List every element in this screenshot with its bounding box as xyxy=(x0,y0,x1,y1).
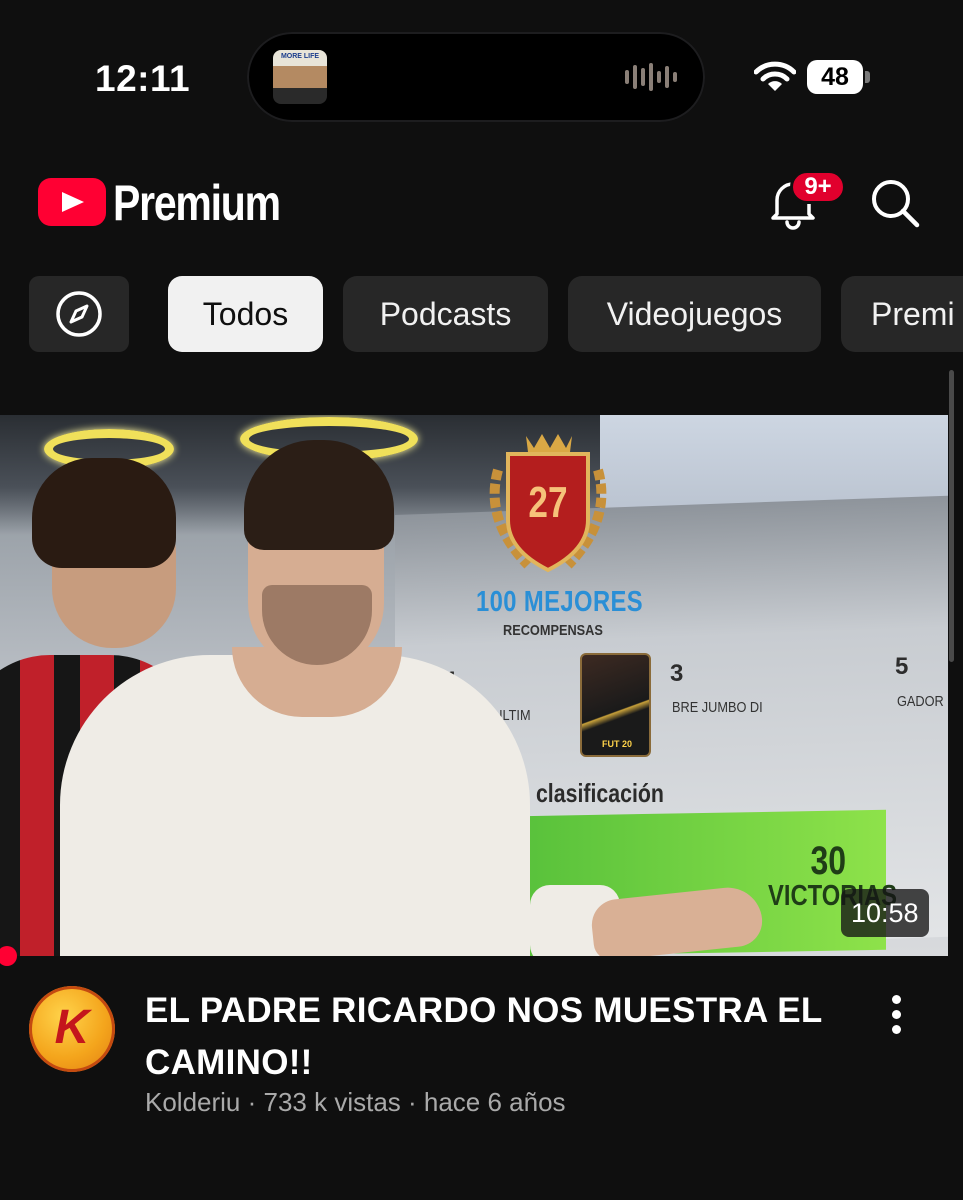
notifications-badge[interactable]: 9+ xyxy=(790,170,846,204)
chip-premium[interactable]: Premi xyxy=(841,276,963,352)
dynamic-island[interactable]: MORE LIFE xyxy=(247,32,705,122)
status-time: 12:11 xyxy=(95,58,191,99)
explore-button[interactable] xyxy=(29,276,129,352)
chip-todos[interactable]: Todos xyxy=(168,276,323,352)
youtube-logo-icon[interactable] xyxy=(38,178,106,226)
chip-videojuegos[interactable]: Videojuegos xyxy=(568,276,821,352)
thumbnail-heading: 100 MEJORES xyxy=(476,586,644,618)
channel-avatar[interactable]: K xyxy=(29,986,115,1072)
more-options-icon[interactable] xyxy=(880,990,912,1040)
rank-number: 27 xyxy=(528,478,568,527)
player-card-text: FUT 20 xyxy=(602,739,633,749)
audio-waveform-icon xyxy=(625,63,677,91)
scrollbar[interactable] xyxy=(949,370,954,662)
now-playing-artwork-text: MORE LIFE xyxy=(280,53,320,60)
thumbnail-subheading: RECOMPENSAS xyxy=(503,622,603,639)
chip-podcasts[interactable]: Podcasts xyxy=(343,276,548,352)
video-duration: 10:58 xyxy=(841,889,929,937)
video-title[interactable]: EL PADRE RICARDO NOS MUESTRA EL CAMINO!! xyxy=(145,985,835,1089)
battery-icon: 48 xyxy=(807,60,863,94)
wifi-icon xyxy=(754,61,796,91)
reward-label: BRE JUMBO DI xyxy=(672,699,763,716)
reward-number: 5 xyxy=(895,653,909,680)
player-card-image: FUT 20 xyxy=(580,653,651,757)
search-icon[interactable] xyxy=(866,174,922,230)
brand-title[interactable]: Premium xyxy=(113,174,281,232)
video-thumbnail[interactable]: 27 100 MEJORES RECOMPENSAS 1 OTW ULTIM F… xyxy=(0,415,948,956)
reward-label: GADOR EL xyxy=(897,693,948,710)
now-playing-artwork: MORE LIFE xyxy=(273,50,327,104)
battery-level: 48 xyxy=(821,63,849,91)
channel-avatar-letter: K xyxy=(54,1001,90,1054)
battery-tip xyxy=(865,71,870,83)
compass-icon xyxy=(56,291,102,337)
reward-number: 3 xyxy=(670,660,684,687)
watch-progress-dot xyxy=(0,946,17,966)
left-player-hair xyxy=(32,458,176,568)
section-label: o clasificación xyxy=(517,778,664,808)
video-meta: Kolderiu · 733 k vistas · hace 6 años xyxy=(145,1087,566,1117)
victory-number: 30 xyxy=(810,839,847,883)
